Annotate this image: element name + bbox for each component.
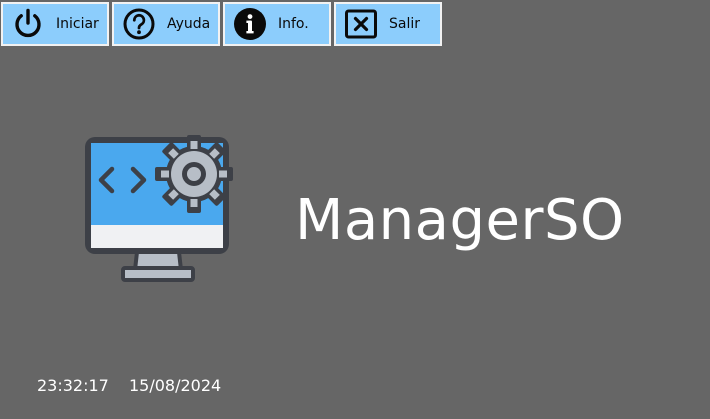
app-title: ManagerSO: [295, 188, 625, 253]
help-button[interactable]: Ayuda: [112, 2, 220, 46]
clock-time: 23:32:17: [37, 376, 109, 395]
close-box-icon: [344, 7, 378, 41]
start-button[interactable]: Iniciar: [1, 2, 109, 46]
start-button-label: Iniciar: [56, 16, 99, 32]
toolbar: Iniciar Ayuda Info. Salir: [1, 2, 442, 46]
help-circle-icon: [122, 7, 156, 41]
info-button[interactable]: Info.: [223, 2, 331, 46]
current-date: 15/08/2024: [129, 376, 222, 395]
monitor-code-gear-icon: [82, 134, 234, 286]
power-icon: [11, 7, 45, 41]
info-circle-icon: [233, 7, 267, 41]
help-button-label: Ayuda: [167, 16, 211, 32]
exit-button-label: Salir: [389, 16, 421, 32]
info-button-label: Info.: [278, 16, 309, 32]
exit-button[interactable]: Salir: [334, 2, 442, 46]
